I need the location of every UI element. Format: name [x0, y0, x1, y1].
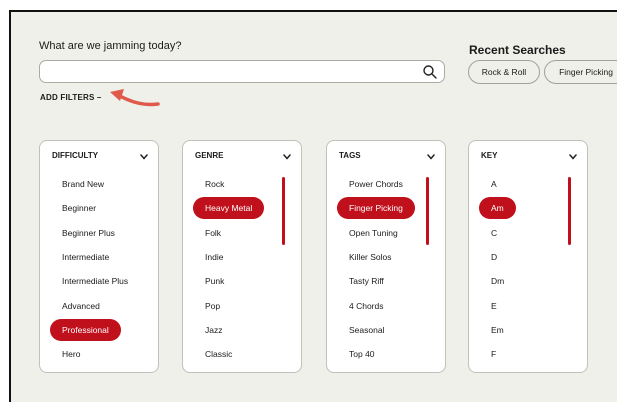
filter-option[interactable]: Jazz — [193, 319, 234, 341]
filter-option[interactable]: Brand New — [50, 173, 116, 195]
filter-option[interactable]: C — [479, 222, 509, 244]
filter-header[interactable]: GENRE — [195, 151, 223, 160]
filter-panel-key: KEY A Am C D Dm E Em F — [468, 140, 588, 373]
filter-option[interactable]: Top 40 — [337, 343, 387, 365]
filter-header[interactable]: DIFFICULTY — [52, 151, 98, 160]
filter-panel-tags: TAGS Power Chords Finger Picking Open Tunin… — [326, 140, 446, 373]
recent-search-chip[interactable]: Rock & Roll — [468, 60, 540, 84]
filter-option[interactable]: Em — [479, 319, 516, 341]
filter-header[interactable]: TAGS — [339, 151, 361, 160]
filter-option[interactable]: Killer Solos — [337, 246, 404, 268]
filter-option[interactable]: Folk — [193, 222, 233, 244]
chevron-down-icon[interactable] — [427, 154, 435, 160]
filter-panel-genre: GENRE Rock Heavy Metal Folk Indie Punk Pop Jazz… — [182, 140, 302, 373]
filter-option[interactable]: Power Chords — [337, 173, 415, 195]
search-input[interactable] — [39, 60, 445, 83]
app-frame: What are we jamming today? ADD FILTERS –… — [9, 10, 617, 402]
scrollbar[interactable] — [426, 177, 429, 245]
scrollbar[interactable] — [282, 177, 285, 245]
chevron-down-icon[interactable] — [283, 154, 291, 160]
filter-option[interactable]: Intermediate Plus — [50, 270, 140, 292]
filter-option[interactable]: Punk — [193, 270, 236, 292]
filter-option[interactable]: A — [479, 173, 509, 195]
filter-option[interactable]: Intermediate — [50, 246, 121, 268]
filter-option[interactable]: 4 Chords — [337, 295, 396, 317]
filter-option[interactable]: Am — [479, 197, 516, 220]
chevron-down-icon[interactable] — [569, 154, 577, 160]
filter-option[interactable]: Tasty Riff — [337, 270, 396, 292]
recent-searches-title: Recent Searches — [469, 43, 566, 57]
filter-panel-difficulty: DIFFICULTY Brand New Beginner Beginner Plus… — [39, 140, 159, 373]
annotation-arrow-icon — [110, 89, 160, 107]
filter-option[interactable]: Finger Picking — [337, 197, 415, 220]
filter-option[interactable]: Dm — [479, 270, 516, 292]
filter-option[interactable]: D — [479, 246, 509, 268]
chevron-down-icon[interactable] — [140, 154, 148, 160]
filter-option[interactable]: Seasonal — [337, 319, 396, 341]
filter-option[interactable]: Hero — [50, 343, 92, 365]
scrollbar[interactable] — [568, 177, 571, 245]
filter-option[interactable]: F — [479, 343, 508, 365]
filter-option[interactable]: Rock — [193, 173, 236, 195]
filter-option[interactable]: Beginner — [50, 197, 108, 219]
filter-header[interactable]: KEY — [481, 151, 497, 160]
search-icon[interactable] — [422, 64, 438, 80]
filter-option[interactable]: Advanced — [50, 295, 112, 317]
filter-option[interactable]: Pop — [193, 295, 232, 317]
filter-option[interactable]: Classic — [193, 343, 244, 365]
filter-option[interactable]: Beginner Plus — [50, 222, 127, 244]
filter-option[interactable]: Indie — [193, 246, 235, 268]
prompt-label: What are we jamming today? — [39, 40, 182, 52]
filter-option[interactable]: Heavy Metal — [193, 197, 265, 220]
filter-option[interactable]: Open Tuning — [337, 222, 410, 244]
add-filters-toggle[interactable]: ADD FILTERS – — [40, 93, 102, 102]
filter-option[interactable]: E — [479, 295, 509, 317]
filter-option[interactable]: Professional — [50, 318, 121, 341]
recent-search-chip[interactable]: Finger Picking — [544, 60, 617, 84]
